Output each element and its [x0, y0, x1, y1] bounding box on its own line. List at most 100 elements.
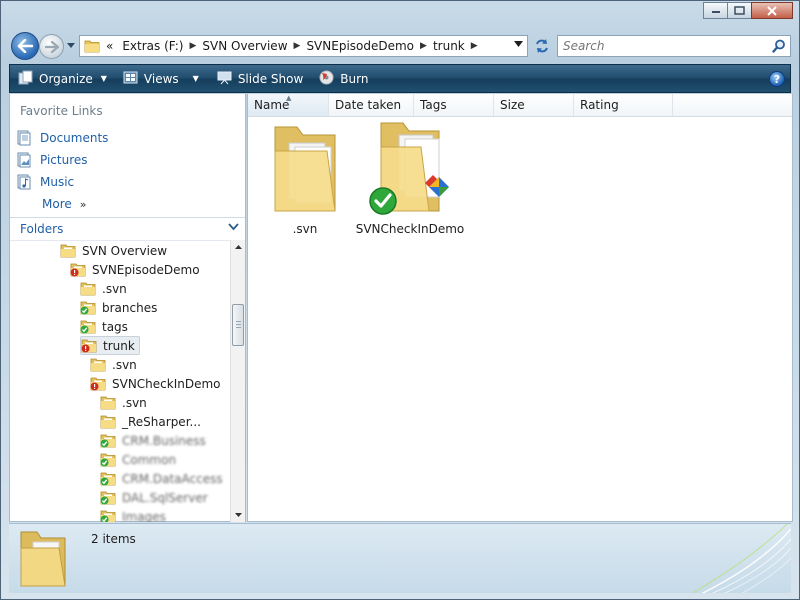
tree-item[interactable]: .svn	[100, 393, 147, 412]
folder-icon	[80, 300, 96, 315]
breadcrumb-item-svn-overview[interactable]: SVN Overview	[202, 39, 287, 53]
file-item-svncheckindemo[interactable]: SVNCheckInDemo	[355, 121, 465, 236]
breadcrumb-separator-icon[interactable]: ▶	[420, 41, 427, 51]
tree-item[interactable]: branches	[80, 298, 157, 317]
explorer-window: « Extras (F:) ▶ SVN Overview ▶ SVNEpisod…	[0, 0, 800, 600]
breadcrumb-item-svnepisodedemo[interactable]: SVNEpisodeDemo	[306, 39, 414, 53]
navigation-bar: « Extras (F:) ▶ SVN Overview ▶ SVNEpisod…	[9, 31, 791, 61]
breadcrumb-item-trunk[interactable]: trunk	[433, 39, 465, 53]
search-box[interactable]	[557, 35, 791, 57]
minimize-button[interactable]	[703, 2, 728, 19]
folder-icon	[100, 452, 116, 467]
tree-item[interactable]: Common	[100, 450, 176, 469]
burn-label: Burn	[340, 71, 369, 86]
folder-icon	[80, 281, 96, 296]
search-icon[interactable]	[768, 39, 790, 53]
tree-item[interactable]: SVN Overview	[60, 241, 167, 260]
column-label: Date taken	[335, 98, 402, 112]
tree-item[interactable]: .svn	[80, 279, 127, 298]
back-button[interactable]	[11, 32, 39, 60]
column-header-date-taken[interactable]: Date taken	[329, 94, 414, 116]
breadcrumb: « Extras (F:) ▶ SVN Overview ▶ SVNEpisod…	[106, 39, 484, 53]
help-button[interactable]: ?	[769, 71, 785, 87]
folder-icon	[100, 433, 116, 448]
file-name: SVNCheckInDemo	[355, 222, 465, 236]
close-button[interactable]	[751, 2, 793, 19]
close-icon	[767, 5, 777, 16]
svn-ok-overlay-icon	[80, 320, 96, 334]
tree-item[interactable]: CRM.Business	[100, 431, 206, 450]
breadcrumb-separator-icon[interactable]: ▶	[189, 41, 196, 51]
command-bar: Organize ▼ Views ▼ Slide Show Burn ?	[9, 64, 791, 93]
tree-item-label: SVNEpisodeDemo	[92, 262, 200, 277]
breadcrumb-separator-icon[interactable]: ▶	[294, 41, 301, 51]
slide-show-button[interactable]: Slide Show	[209, 65, 311, 92]
chevron-down-icon: ▼	[100, 74, 107, 83]
scroll-up-button[interactable]	[231, 240, 246, 254]
column-header-tags[interactable]: Tags	[414, 94, 494, 116]
folder-icon	[80, 319, 96, 334]
forward-arrow-icon	[44, 40, 59, 53]
tree-item[interactable]: Images	[100, 507, 166, 522]
column-header-size[interactable]: Size	[494, 94, 574, 116]
tree-item[interactable]: CRM.DataAccess	[100, 469, 223, 488]
burn-button[interactable]: Burn	[311, 65, 376, 92]
chevron-down-icon	[235, 513, 242, 517]
tree-item[interactable]: _ReSharper...	[100, 412, 201, 431]
folder-icon	[100, 490, 116, 505]
tree-item[interactable]: SVNEpisodeDemo	[70, 260, 200, 279]
maximize-button[interactable]	[727, 2, 752, 19]
item-count: 2 items	[91, 532, 136, 546]
tree-item[interactable]: .svn	[90, 355, 137, 374]
tree-item-label: branches	[102, 300, 158, 315]
details-pane: 2 items	[9, 523, 791, 593]
favorite-link-music[interactable]: Music	[16, 171, 108, 193]
file-item-svn[interactable]: .svn	[250, 121, 360, 236]
forward-button[interactable]	[39, 34, 64, 59]
tree-item[interactable]: tags	[80, 317, 128, 336]
scrollbar-thumb[interactable]	[232, 304, 244, 346]
music-icon	[17, 174, 31, 190]
pictures-icon	[17, 152, 31, 168]
tree-item[interactable]: DAL.SqlServer	[100, 488, 208, 507]
burn-icon	[319, 70, 334, 88]
folder-icon	[100, 395, 116, 410]
chevron-down-icon: ▼	[192, 74, 199, 83]
folder-icon	[81, 338, 97, 353]
back-arrow-icon	[17, 39, 33, 53]
breadcrumb-item-drive[interactable]: Extras (F:)	[122, 39, 183, 53]
views-label: Views	[143, 71, 179, 86]
column-label: Tags	[420, 98, 447, 112]
help-icon: ?	[773, 72, 781, 86]
svn-ok-overlay-icon	[100, 453, 116, 467]
folder-icon	[20, 531, 66, 587]
breadcrumb-separator-icon[interactable]: ▶	[471, 41, 478, 51]
tree-scrollbar[interactable]	[230, 240, 245, 522]
tree-item-label: .svn	[112, 357, 137, 372]
slide-show-label: Slide Show	[237, 71, 304, 86]
favorite-link-pictures[interactable]: Pictures	[16, 149, 108, 171]
column-header-rating[interactable]: Rating	[574, 94, 673, 116]
tree-item[interactable]: SVNCheckInDemo	[90, 374, 221, 393]
favorite-link-more[interactable]: More »	[16, 193, 108, 215]
search-input[interactable]	[558, 39, 768, 53]
breadcrumb-overflow[interactable]: «	[106, 39, 113, 53]
views-button[interactable]: Views ▼	[115, 65, 207, 92]
organize-button[interactable]: Organize ▼	[10, 65, 115, 92]
recent-pages-dropdown[interactable]	[66, 40, 76, 50]
folder-icon	[100, 471, 116, 486]
folders-header[interactable]: Folders	[10, 217, 245, 240]
folder-icon	[369, 122, 449, 215]
favorite-link-documents[interactable]: Documents	[16, 127, 108, 149]
favorite-links-list: Documents Pictures Music More »	[16, 127, 108, 215]
tree-item-label: tags	[102, 319, 128, 334]
refresh-button[interactable]	[531, 35, 553, 57]
address-dropdown-icon[interactable]	[514, 41, 523, 47]
svn-ok-overlay-icon	[100, 510, 116, 522]
tree-item[interactable]: trunk	[80, 336, 140, 355]
scroll-down-button[interactable]	[231, 508, 246, 522]
organize-icon	[18, 70, 33, 88]
column-header-name[interactable]: ▲ Name	[248, 94, 329, 116]
address-bar[interactable]: « Extras (F:) ▶ SVN Overview ▶ SVNEpisod…	[79, 35, 528, 57]
svn-ok-overlay-icon	[100, 472, 116, 486]
